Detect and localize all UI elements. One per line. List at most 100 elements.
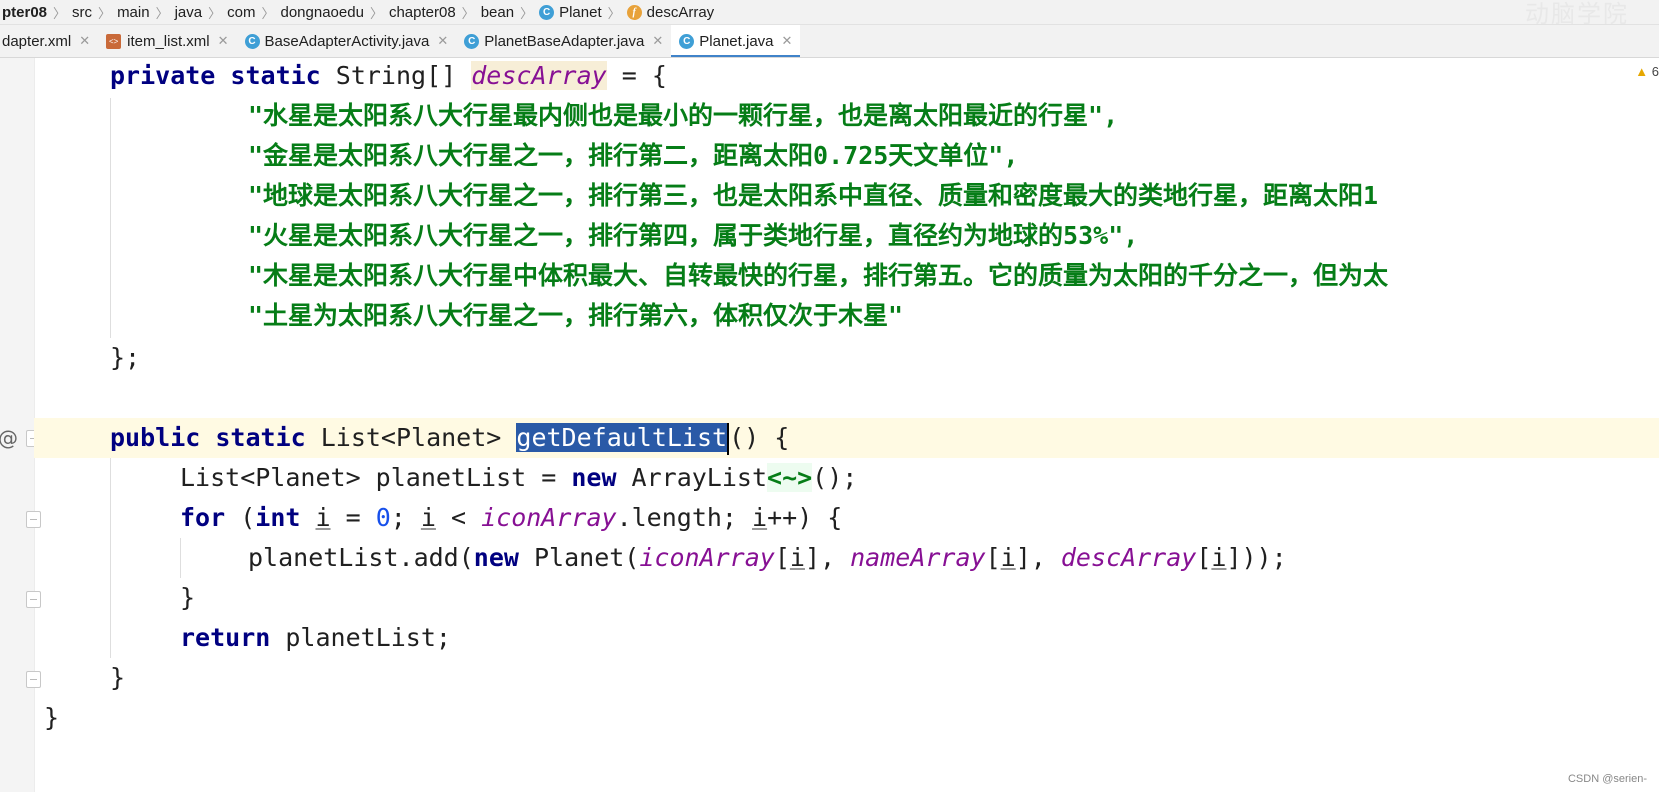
- code-line-close-array[interactable]: };: [110, 338, 1659, 378]
- code-line-add-planet[interactable]: planetList.add(new Planet(iconArray[i], …: [248, 538, 1659, 578]
- code-line-string[interactable]: "金星是太阳系八大行星之一，排行第二，距离太阳0.725天文单位",: [248, 136, 1659, 176]
- breadcrumb-item-com[interactable]: com: [221, 4, 261, 21]
- close-icon[interactable]: ✕: [652, 33, 663, 49]
- code-line-string[interactable]: "地球是太阳系八大行星之一，排行第三，也是太阳系中直径、质量和密度最大的类地行星…: [248, 176, 1659, 216]
- code-line-desc-array-decl[interactable]: private static String[] descArray = {: [110, 56, 1659, 96]
- code-text: =: [330, 503, 376, 532]
- tab-label: PlanetBaseAdapter.java: [484, 32, 645, 50]
- breadcrumb-item-src[interactable]: src: [66, 4, 98, 21]
- fold-icon[interactable]: [26, 671, 41, 688]
- breadcrumb-item-main[interactable]: main: [111, 4, 156, 21]
- chevron-right-icon: 〉: [369, 5, 383, 21]
- close-icon[interactable]: ✕: [437, 33, 448, 49]
- breadcrumb-item-dongnaoedu[interactable]: dongnaoedu: [275, 4, 370, 21]
- field-name: nameArray: [850, 543, 986, 572]
- code-line-close-method[interactable]: }: [110, 658, 1659, 698]
- code-line-string[interactable]: "水星是太阳系八大行星最内侧也是最小的一颗行星，也是离太阳最近的行星",: [248, 96, 1659, 136]
- code-line-string[interactable]: "土星为太阳系八大行星之一，排行第六，体积仅次于木星": [248, 296, 1659, 336]
- code-text: List<Planet> planetList =: [180, 463, 572, 492]
- code-text: ]));: [1226, 543, 1287, 572]
- breadcrumb-item-java[interactable]: java: [169, 4, 209, 21]
- breadcrumb: pter08 〉 src 〉 main 〉 java 〉 com 〉 dongnaoedu…: [0, 0, 1659, 25]
- loop-variable: i: [1000, 543, 1016, 572]
- type: List<Planet>: [305, 423, 517, 452]
- indent-guide: [110, 98, 111, 338]
- loop-variable: i: [752, 503, 768, 532]
- loop-variable: i: [789, 543, 805, 572]
- code-text: [: [985, 543, 1001, 572]
- chevron-right-icon: 〉: [98, 5, 112, 21]
- string-literal: "地球是太阳系八大行星之一，排行第三，也是太阳系中直径、质量和密度最大的类地行星…: [248, 181, 1379, 210]
- tab-dapter-xml[interactable]: dapter.xml ✕: [0, 25, 98, 57]
- close-icon[interactable]: ✕: [218, 33, 229, 49]
- close-icon[interactable]: ✕: [79, 33, 90, 49]
- tab-item-list-xml[interactable]: <> item_list.xml ✕: [98, 25, 236, 57]
- string-literal: "土星为太阳系八大行星之一，排行第六，体积仅次于木星": [248, 301, 904, 330]
- chevron-right-icon: 〉: [155, 5, 169, 21]
- breadcrumb-item-planet[interactable]: C Planet: [533, 4, 608, 21]
- keyword: private static: [110, 61, 321, 90]
- class-icon: C: [679, 33, 695, 49]
- code-line-return[interactable]: return planetList;: [180, 618, 1659, 658]
- code-text: = {: [606, 61, 667, 90]
- keyword: int: [255, 503, 301, 532]
- code-line-string[interactable]: "木星是太阳系八大行星中体积最大、自转最快的行星，排行第五。它的质量为太阳的千分…: [248, 256, 1659, 296]
- string-literal: "木星是太阳系八大行星中体积最大、自转最快的行星，排行第五。它的质量为太阳的千分…: [248, 261, 1389, 290]
- chevron-right-icon: 〉: [53, 5, 67, 21]
- code-text: planetList;: [270, 623, 451, 652]
- code-text: Planet(: [518, 543, 640, 572]
- keyword: new: [473, 543, 519, 572]
- breadcrumb-label: Planet: [559, 3, 602, 21]
- code-line-string[interactable]: "火星是太阳系八大行星之一，排行第四，属于类地行星，直径约为地球的53%",: [248, 216, 1659, 256]
- selected-method-name: getDefaultList: [516, 423, 728, 452]
- code-text: <: [435, 503, 482, 532]
- code-line-method-decl[interactable]: public static List<Planet> getDefaultLis…: [34, 418, 1659, 458]
- override-marker-icon[interactable]: @: [0, 426, 18, 450]
- tab-label: dapter.xml: [2, 32, 72, 50]
- field-name: descArray: [471, 61, 607, 90]
- tab-planet-java[interactable]: C Planet.java ✕: [671, 25, 801, 57]
- code-text: .length;: [616, 503, 753, 532]
- code-text: [: [774, 543, 790, 572]
- number-literal: 0: [375, 503, 391, 532]
- code-line-for-loop[interactable]: for (int i = 0; i < iconArray.length; i+…: [180, 498, 1659, 538]
- fold-icon[interactable]: [26, 511, 41, 528]
- code-line-close-class[interactable]: }: [44, 698, 1659, 738]
- chevron-right-icon: 〉: [208, 5, 222, 21]
- code-text: }: [110, 663, 126, 692]
- field-icon: f: [626, 4, 642, 20]
- class-icon: C: [539, 4, 555, 20]
- keyword: public static: [110, 423, 306, 452]
- code-text: ;: [390, 503, 421, 532]
- breadcrumb-item-descarray[interactable]: f descArray: [621, 4, 721, 21]
- field-name: descArray: [1060, 543, 1197, 572]
- breadcrumb-label: descArray: [646, 3, 715, 21]
- code-text: ++) {: [767, 503, 843, 532]
- breadcrumb-item-bean[interactable]: bean: [475, 4, 520, 21]
- loop-variable: i: [315, 503, 331, 532]
- editor-tab-bar: dapter.xml ✕ <> item_list.xml ✕ C BaseAdapte…: [0, 25, 1659, 58]
- code-text: ],: [1015, 543, 1061, 572]
- close-icon[interactable]: ✕: [782, 33, 793, 49]
- diamond-generic: <~>: [767, 463, 813, 492]
- watermark-text: 动脑学院: [1525, 0, 1629, 25]
- indent-guide: [110, 458, 111, 658]
- code-line-close-for[interactable]: }: [180, 578, 1659, 618]
- code-text: planetList.add(: [248, 543, 474, 572]
- breadcrumb-item-chapter08-dir[interactable]: pter08: [0, 4, 53, 21]
- code-text: }: [180, 583, 196, 612]
- tab-planet-base-adapter[interactable]: C PlanetBaseAdapter.java ✕: [456, 25, 671, 57]
- chevron-right-icon: 〉: [461, 5, 475, 21]
- code-line-list-decl[interactable]: List<Planet> planetList = new ArrayList<…: [180, 458, 1659, 498]
- tab-label: BaseAdapterActivity.java: [264, 32, 430, 50]
- fold-icon[interactable]: [26, 591, 41, 608]
- breadcrumb-item-chapter08[interactable]: chapter08: [383, 4, 462, 21]
- keyword: for: [180, 503, 226, 532]
- code-text: (: [225, 503, 256, 532]
- code-text: ],: [804, 543, 851, 572]
- tab-base-adapter-activity[interactable]: C BaseAdapterActivity.java ✕: [237, 25, 457, 57]
- field-name: iconArray: [639, 543, 775, 572]
- indent-guide: [180, 538, 181, 578]
- string-literal: "金星是太阳系八大行星之一，排行第二，距离太阳0.725天文单位",: [248, 141, 1019, 170]
